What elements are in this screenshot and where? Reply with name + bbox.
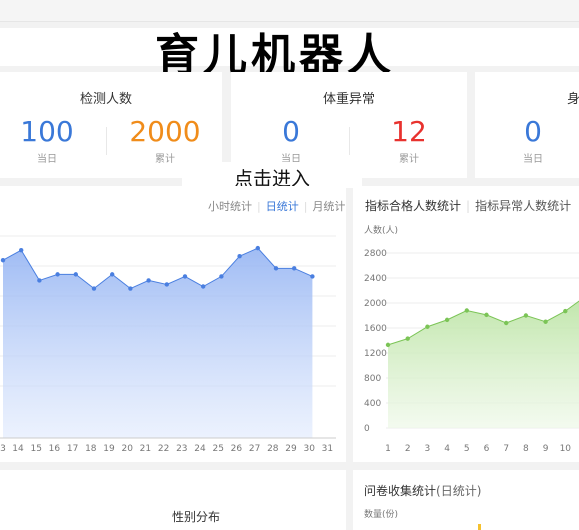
x-tick-label: 9 — [543, 444, 549, 454]
data-point — [128, 286, 133, 291]
survey-title-text: 问卷收集统计 — [364, 484, 437, 498]
x-tick-label: 22 — [158, 444, 169, 454]
x-tick-label: 31 — [322, 444, 333, 454]
metric-value: 2000 — [129, 115, 201, 148]
data-point — [219, 274, 224, 279]
data-point — [164, 282, 169, 287]
stat-card-title: 身 — [567, 92, 579, 107]
data-point — [563, 308, 568, 314]
qualified-area-chart: 0400800120016002000240028001234567891011… — [364, 249, 579, 454]
metric-label: 当日 — [37, 154, 57, 165]
data-point — [19, 247, 24, 253]
y-tick-label: 800 — [364, 374, 381, 384]
data-point — [0, 258, 6, 263]
data-point — [55, 272, 60, 277]
data-point — [110, 272, 115, 277]
data-point — [182, 274, 188, 279]
survey-y-title: 数量(份) — [364, 510, 399, 520]
daily-area-chart: 3 14 15 16 17 18 19 20 21 22 23 24 25 26 27 28 29 30 31 — [0, 235, 336, 454]
x-tick-label: 8 — [523, 444, 529, 454]
metric-today: 0 当日 — [271, 115, 311, 166]
data-point — [273, 266, 279, 271]
y-tick-label: 2400 — [364, 274, 387, 284]
x-tick-label: 19 — [103, 444, 115, 454]
y-tick-label: 1600 — [364, 324, 387, 334]
data-point — [425, 324, 430, 329]
metric-today: 100 当日 — [15, 115, 79, 166]
y-tick-label: 2000 — [364, 299, 387, 309]
data-point — [405, 336, 410, 341]
stat-card-height: 身 0 当日 — [475, 72, 579, 178]
data-point — [201, 284, 206, 289]
daily-chart-card: 小时统计 | 日统计 | 月统计 3 14 15 16 17 18 19 20 21 22 23 24 25 26… — [0, 186, 346, 462]
area-fill — [388, 301, 579, 428]
metric-value: 0 — [524, 115, 542, 148]
x-tick-label: 27 — [249, 444, 260, 454]
data-point — [543, 319, 548, 324]
y-tick-label: 2800 — [364, 249, 387, 259]
metric-value: 12 — [391, 115, 427, 148]
data-point — [385, 342, 391, 348]
x-tick-label: 3 — [425, 444, 431, 454]
survey-card: 问卷收集统计(日统计) 数量(份) — [353, 470, 579, 530]
x-tick-label: 21 — [140, 444, 151, 454]
stat-card-title: 体重异常 — [323, 92, 376, 107]
data-point — [484, 312, 489, 318]
x-tick-label: 26 — [231, 444, 243, 454]
metric-label: 累计 — [399, 154, 419, 165]
metric-total: 12 累计 — [387, 115, 431, 166]
x-tick-label: 15 — [30, 444, 41, 454]
divider — [349, 127, 350, 155]
x-tick-label: 28 — [267, 444, 279, 454]
x-tick-label: 3 — [0, 444, 6, 454]
data-point — [255, 245, 260, 251]
y-tick-label: 0 — [364, 424, 370, 434]
x-tick-label: 25 — [212, 444, 223, 454]
gender-card: 性别分布 — [0, 470, 346, 530]
metric-value: 100 — [20, 115, 74, 148]
x-tick-label: 10 — [560, 444, 572, 454]
y-tick-label: 400 — [364, 399, 381, 409]
x-tick-label: 2 — [405, 444, 411, 454]
x-tick-label: 1 — [385, 444, 391, 454]
x-tick-label: 18 — [85, 444, 97, 454]
x-tick-label: 14 — [12, 444, 24, 454]
metric-label: 当日 — [523, 154, 543, 165]
x-tick-label: 20 — [121, 444, 133, 454]
data-point — [237, 254, 242, 259]
y-tick-label: 1200 — [364, 349, 387, 359]
data-point — [73, 272, 79, 277]
qualified-chart-card: 指标合格人数统计 | 指标异常人数统计 人数(人) 0 400 800 1200 1600 2… — [353, 186, 579, 462]
data-point — [146, 278, 151, 283]
data-point — [91, 286, 97, 291]
x-tick-label: 23 — [176, 444, 187, 454]
data-point — [523, 313, 529, 318]
survey-subtitle: (日统计) — [436, 484, 482, 498]
x-tick-label: 4 — [444, 444, 450, 454]
survey-title: 问卷收集统计(日统计) — [364, 482, 481, 499]
metric-total: 2000 累计 — [125, 115, 205, 166]
metric-value: 0 — [282, 115, 300, 148]
x-tick-label: 5 — [464, 444, 470, 454]
x-tick-label: 29 — [285, 444, 297, 454]
x-tick-label: 30 — [303, 444, 315, 454]
data-point — [444, 317, 450, 323]
x-tick-label: 24 — [194, 444, 206, 454]
data-point — [310, 274, 315, 279]
data-point — [464, 308, 469, 313]
metric-today: 0 当日 — [515, 115, 551, 166]
survey-bar — [478, 524, 481, 530]
top-bar — [0, 0, 579, 22]
enter-button[interactable]: 点击进入 — [182, 162, 362, 190]
x-tick-label: 16 — [49, 444, 61, 454]
data-point — [292, 266, 297, 271]
gender-title: 性别分布 — [172, 510, 221, 524]
stat-card-title: 检测人数 — [80, 92, 133, 107]
data-point — [37, 278, 42, 283]
x-tick-label: 17 — [67, 444, 78, 454]
divider — [106, 127, 107, 155]
x-tick-label: 7 — [503, 444, 509, 454]
data-point — [504, 320, 509, 326]
x-tick-label: 6 — [484, 444, 490, 454]
